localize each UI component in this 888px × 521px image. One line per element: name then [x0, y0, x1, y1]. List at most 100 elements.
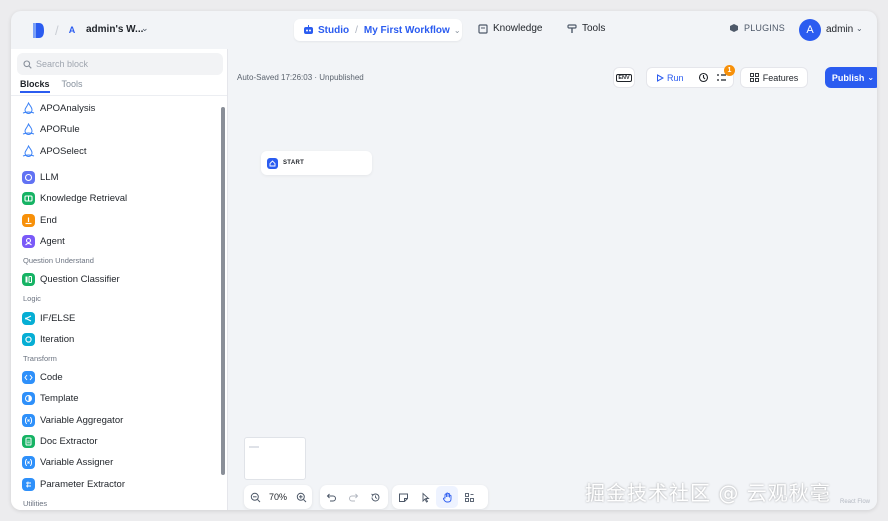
block-label: Parameter Extractor	[40, 478, 125, 490]
features-button[interactable]: Features	[740, 67, 808, 88]
chevron-down-icon[interactable]: ⌄	[454, 26, 461, 35]
robot-icon	[304, 25, 313, 34]
classifier-icon	[22, 273, 35, 287]
search-input[interactable]	[36, 59, 206, 69]
cube-icon	[730, 24, 738, 32]
chevron-down-icon: ⌄	[867, 73, 875, 82]
chevron-down-icon[interactable]: ⌄	[856, 24, 863, 33]
flame-icon	[22, 123, 35, 136]
breadcrumb-separator: /	[355, 24, 358, 36]
run-button[interactable]: Run	[656, 73, 684, 83]
template-icon	[22, 392, 35, 406]
block-item-if-else[interactable]: IF/ELSE	[11, 307, 221, 328]
tab-divider	[11, 95, 227, 96]
block-label: Knowledge Retrieval	[40, 193, 128, 205]
start-node[interactable]: START	[261, 151, 372, 175]
react-flow-attribution[interactable]: React Flow	[840, 499, 870, 505]
hand-icon[interactable]	[436, 486, 458, 508]
play-icon	[657, 73, 664, 82]
block-label: APORule	[40, 124, 80, 136]
section-transform: Transform	[23, 353, 57, 363]
top-header: / A admin's W... ⌄ Studio / My First Wor…	[11, 11, 877, 49]
plugins-button[interactable]: PLUGINS	[729, 23, 785, 33]
block-list: APOAnalysis APORule APOSelect LLM Knowle…	[11, 98, 221, 510]
block-label: APOSelect	[40, 145, 87, 157]
block-item-end[interactable]: End	[11, 209, 221, 230]
nav-knowledge[interactable]: Knowledge	[478, 23, 542, 34]
block-item-question-classifier[interactable]: Question Classifier	[11, 269, 221, 290]
block-item-aporule[interactable]: APORule	[11, 119, 221, 140]
loop-icon	[22, 332, 35, 346]
nav-tools[interactable]: Tools	[567, 23, 605, 34]
hammer-icon	[567, 23, 577, 33]
variable-icon	[22, 413, 35, 427]
document-icon	[22, 435, 35, 448]
section-logic: Logic	[23, 294, 41, 304]
zoom-in-icon[interactable]	[290, 486, 312, 508]
block-label: Question Classifier	[40, 274, 120, 286]
studio-link[interactable]: Studio	[318, 25, 349, 36]
tab-blocks[interactable]: Blocks	[20, 79, 50, 93]
publish-button[interactable]: Publish ⌄	[825, 67, 877, 88]
search-box	[17, 53, 223, 75]
zoom-out-icon[interactable]	[244, 486, 266, 508]
block-item-variable-aggregator[interactable]: Variable Aggregator	[11, 410, 221, 431]
block-label: Template	[40, 393, 79, 405]
workspace-badge[interactable]: A	[66, 24, 78, 36]
sidebar-tabs: Blocks Tools	[20, 79, 95, 93]
history-icon[interactable]	[698, 72, 709, 83]
watermark-text: 掘金技术社区 @ 云观秋毫	[585, 481, 831, 505]
block-item-aposelect[interactable]: APOSelect	[11, 141, 221, 162]
workflow-name[interactable]: My First Workflow	[364, 25, 450, 36]
block-item-knowledge-retrieval[interactable]: Knowledge Retrieval	[11, 188, 221, 209]
end-flag-icon	[22, 213, 35, 227]
block-label: APOAnalysis	[40, 103, 96, 115]
minimap-node	[249, 446, 259, 448]
app-logo-icon[interactable]	[31, 22, 45, 39]
zoom-level[interactable]: 70%	[269, 492, 287, 502]
block-item-template[interactable]: Template	[11, 388, 221, 409]
block-item-doc-extractor[interactable]: Doc Extractor	[11, 431, 221, 452]
env-button[interactable]: ENV	[613, 67, 635, 88]
publish-label: Publish	[831, 72, 865, 83]
home-icon	[267, 157, 278, 169]
workflow-canvas[interactable]: Auto-Saved 17:26:03 · Unpublished ENV Ru…	[229, 49, 877, 510]
search-icon	[23, 59, 32, 69]
block-item-code[interactable]: Code	[11, 367, 221, 388]
tab-tools[interactable]: Tools	[62, 79, 83, 93]
workspace-name[interactable]: admin's W...	[86, 24, 143, 35]
app-window: / A admin's W... ⌄ Studio / My First Wor…	[11, 11, 877, 510]
variable-icon	[22, 456, 35, 470]
minimap[interactable]	[244, 437, 306, 480]
branch-icon	[22, 311, 35, 325]
block-label: Doc Extractor	[40, 436, 98, 447]
avatar[interactable]: A	[799, 19, 821, 41]
block-item-agent[interactable]: Agent	[11, 231, 221, 252]
organize-icon[interactable]	[458, 486, 480, 508]
version-history-icon[interactable]	[364, 486, 386, 508]
undo-icon[interactable]	[320, 486, 342, 508]
user-name[interactable]: admin	[826, 24, 853, 35]
block-item-variable-assigner[interactable]: Variable Assigner	[11, 452, 221, 473]
book-icon	[22, 192, 35, 206]
book-icon	[478, 23, 488, 34]
pointer-icon[interactable]	[414, 486, 436, 508]
history-controls	[320, 485, 388, 509]
block-label: Code	[40, 372, 63, 384]
save-status: Auto-Saved 17:26:03 · Unpublished	[237, 73, 364, 82]
block-item-apoanalysis[interactable]: APOAnalysis	[11, 98, 221, 119]
nav-tools-label: Tools	[582, 23, 606, 34]
block-label: Iteration	[40, 333, 75, 345]
sidebar-scrollbar[interactable]	[221, 107, 225, 475]
canvas-tools	[392, 485, 488, 509]
block-item-iteration[interactable]: Iteration	[11, 329, 221, 350]
add-note-icon[interactable]	[392, 486, 414, 508]
checklist-count-badge: 1	[724, 65, 735, 76]
section-question-understand: Question Understand	[23, 256, 94, 266]
run-group: Run	[646, 67, 734, 88]
block-item-llm[interactable]: LLM	[11, 167, 221, 188]
redo-icon[interactable]	[342, 486, 364, 508]
block-item-parameter-extractor[interactable]: Parameter Extractor	[11, 473, 221, 494]
chevron-down-icon[interactable]: ⌄	[141, 23, 149, 34]
studio-breadcrumb: Studio / My First Workflow ⌄	[294, 19, 462, 41]
